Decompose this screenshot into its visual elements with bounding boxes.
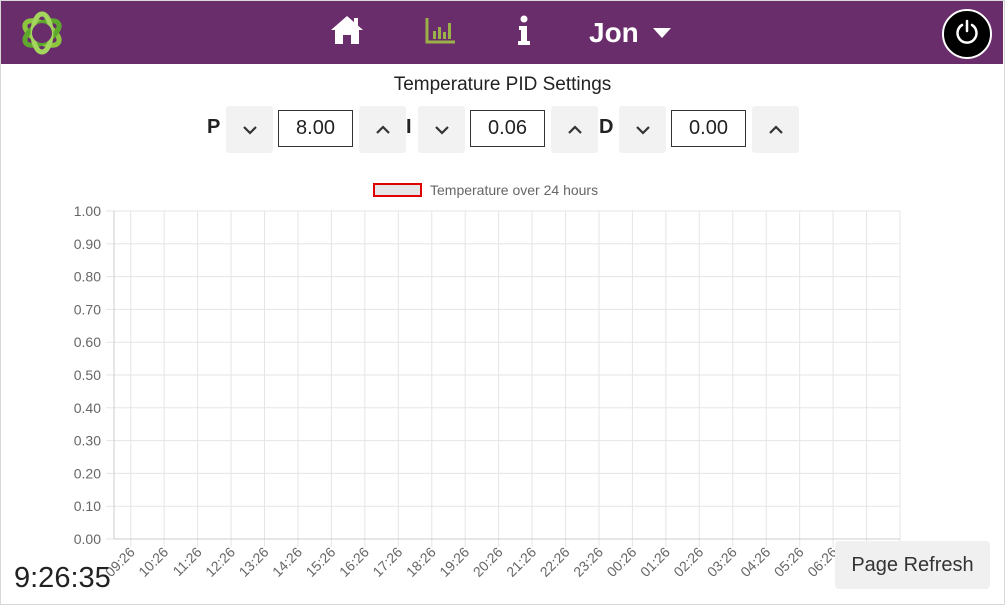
navbar: Jon — [1, 1, 1003, 64]
y-tick-label: 0.10 — [74, 498, 101, 514]
info-icon — [516, 14, 532, 51]
i-decrease-button[interactable] — [418, 106, 465, 153]
x-tick-label: 16:26 — [336, 544, 372, 580]
y-tick-label: 0.00 — [74, 531, 101, 547]
x-tick-label: 17:26 — [369, 544, 405, 580]
y-tick-label: 0.40 — [74, 400, 101, 416]
x-tick-label: 02:26 — [670, 544, 706, 580]
caret-down-icon — [652, 27, 671, 38]
x-tick-label: 00:26 — [603, 544, 639, 580]
x-tick-label: 15:26 — [302, 544, 338, 580]
x-tick-label: 12:26 — [202, 544, 238, 580]
user-name: Jon — [589, 16, 639, 48]
i-value-input[interactable] — [470, 110, 545, 147]
nav-home[interactable] — [327, 1, 367, 64]
chevron-up-icon — [567, 124, 582, 134]
x-tick-label: 20:26 — [470, 544, 506, 580]
chart-icon — [425, 16, 457, 49]
y-tick-label: 1.00 — [74, 203, 101, 219]
page-title: Temperature PID Settings — [393, 74, 612, 95]
legend-swatch — [373, 183, 422, 197]
x-tick-label: 04:26 — [737, 544, 773, 580]
page-refresh-button[interactable]: Page Refresh — [835, 541, 990, 589]
logo-icon[interactable] — [15, 8, 69, 58]
home-icon — [329, 14, 365, 51]
user-menu[interactable]: Jon — [589, 1, 689, 64]
chevron-down-icon — [635, 125, 650, 135]
chevron-up-icon — [375, 124, 390, 134]
p-decrease-button[interactable] — [226, 106, 273, 153]
y-tick-label: 0.70 — [74, 301, 101, 317]
i-label: I — [406, 116, 412, 138]
x-tick-label: 23:26 — [570, 544, 606, 580]
power-icon — [953, 18, 981, 51]
chart-legend[interactable]: Temperature over 24 hours — [373, 182, 598, 198]
x-tick-label: 10:26 — [135, 544, 171, 580]
x-tick-label: 14:26 — [269, 544, 305, 580]
x-tick-label: 21:26 — [503, 544, 539, 580]
d-increase-button[interactable] — [752, 106, 799, 153]
x-tick-label: 19:26 — [436, 544, 472, 580]
chevron-down-icon — [242, 125, 257, 135]
y-tick-label: 0.20 — [74, 465, 101, 481]
chevron-up-icon — [768, 124, 783, 134]
p-label: P — [207, 116, 221, 138]
x-tick-label: 13:26 — [236, 544, 272, 580]
legend-label: Temperature over 24 hours — [430, 182, 599, 198]
y-tick-label: 0.80 — [74, 269, 101, 285]
y-tick-label: 0.60 — [74, 334, 101, 350]
p-value-input[interactable] — [278, 110, 353, 147]
clock: 9:26:35 — [14, 562, 111, 594]
x-tick-label: 22:26 — [537, 544, 573, 580]
x-tick-label: 03:26 — [704, 544, 740, 580]
nav-chart[interactable] — [423, 1, 459, 64]
y-tick-label: 0.90 — [74, 236, 101, 252]
x-tick-label: 18:26 — [403, 544, 439, 580]
i-increase-button[interactable] — [551, 106, 598, 153]
nav-info[interactable] — [509, 1, 539, 64]
p-increase-button[interactable] — [359, 106, 406, 153]
power-button[interactable] — [942, 9, 992, 59]
chevron-down-icon — [434, 125, 449, 135]
y-tick-label: 0.30 — [74, 433, 101, 449]
x-tick-label: 05:26 — [771, 544, 807, 580]
y-tick-label: 0.50 — [74, 367, 101, 383]
x-tick-label: 11:26 — [169, 544, 205, 580]
d-decrease-button[interactable] — [619, 106, 666, 153]
d-label: D — [599, 116, 614, 138]
d-value-input[interactable] — [671, 110, 746, 147]
x-tick-label: 01:26 — [637, 544, 673, 580]
temperature-chart: 1.00 0.90 0.80 0.70 0.60 0.50 0.40 0.30 0.20 0.10… — [74, 203, 908, 580]
